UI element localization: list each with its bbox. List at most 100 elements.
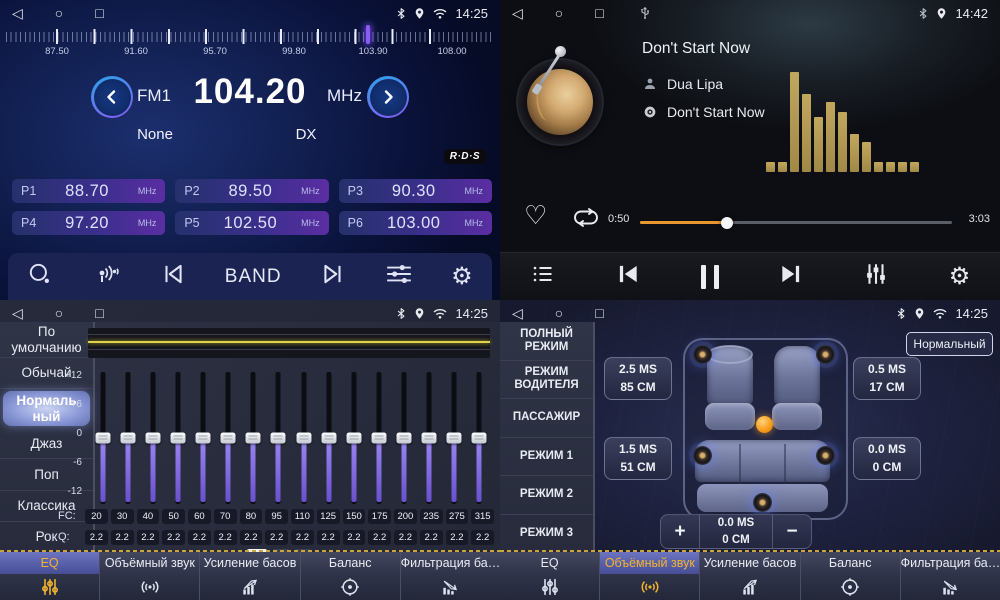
q-value-box[interactable]: 2.2	[291, 530, 314, 545]
fc-value-box[interactable]: 70	[214, 509, 237, 524]
previous-track-icon[interactable]	[615, 261, 641, 292]
playlist-icon[interactable]	[530, 262, 556, 291]
q-value-box[interactable]: 2.2	[446, 530, 469, 545]
eq-band-slider[interactable]	[392, 372, 417, 504]
preset-p3[interactable]: P390.30MHz	[339, 179, 492, 203]
fc-value-box[interactable]: 200	[394, 509, 417, 524]
eq-band-slider[interactable]	[216, 372, 241, 504]
q-value-box[interactable]: 2.2	[111, 530, 134, 545]
slider-handle[interactable]	[170, 433, 185, 444]
fc-value-box[interactable]: 60	[188, 509, 211, 524]
broadcast-icon[interactable]	[92, 262, 122, 291]
fc-value-box[interactable]: 110	[291, 509, 314, 524]
preset-p5[interactable]: P5102.50MHz	[175, 211, 328, 235]
mode-passenger[interactable]: ПАССАЖИР	[500, 399, 593, 438]
next-track-icon[interactable]	[778, 261, 804, 292]
home-icon[interactable]: ○	[555, 306, 563, 320]
eq-band-slider[interactable]	[140, 372, 165, 504]
tab-filter[interactable]: Фильтрация ба…	[900, 552, 1000, 600]
q-value-box[interactable]: 2.2	[317, 530, 340, 545]
mode-1[interactable]: РЕЖИМ 1	[500, 438, 593, 477]
fc-value-box[interactable]: 40	[137, 509, 160, 524]
mode-full[interactable]: ПОЛНЫЙ РЕЖИМ	[500, 322, 593, 361]
decrease-delay-button[interactable]: −	[773, 515, 811, 548]
fc-value-box[interactable]: 150	[343, 509, 366, 524]
progress-bar[interactable]	[640, 221, 952, 224]
eq-settings-icon[interactable]	[863, 261, 889, 292]
favorite-icon[interactable]: ♡	[524, 202, 547, 228]
q-value-box[interactable]: 2.2	[162, 530, 185, 545]
q-value-box[interactable]: 2.2	[368, 530, 391, 545]
eq-band-slider[interactable]	[90, 372, 115, 504]
tab-eq[interactable]: EQ	[0, 552, 99, 600]
q-value-box[interactable]: 2.2	[85, 530, 108, 545]
tab-surround[interactable]: Объёмный звук	[99, 552, 199, 600]
back-icon[interactable]: ◁	[512, 6, 523, 20]
recents-icon[interactable]: □	[595, 306, 603, 320]
settings-gear-icon[interactable]: ⚙	[949, 265, 971, 289]
band-button[interactable]: BAND	[225, 266, 282, 288]
mode-2[interactable]: РЕЖИМ 2	[500, 476, 593, 515]
back-icon[interactable]: ◁	[512, 306, 523, 320]
fc-value-box[interactable]: 275	[446, 509, 469, 524]
eq-band-slider[interactable]	[417, 372, 442, 504]
slider-handle[interactable]	[371, 433, 386, 444]
slider-handle[interactable]	[271, 433, 286, 444]
fc-value-box[interactable]: 95	[265, 509, 288, 524]
eq-band-slider[interactable]	[115, 372, 140, 504]
slider-handle[interactable]	[196, 433, 211, 444]
q-value-box[interactable]: 2.2	[471, 530, 494, 545]
listening-position-marker[interactable]	[756, 416, 773, 433]
fc-value-box[interactable]: 235	[420, 509, 443, 524]
frequency-scale[interactable]: 87.5091.6095.7099.80103.90108.00	[0, 28, 500, 60]
front-left-delay[interactable]: 2.5 MS 85 CM	[604, 357, 672, 400]
recents-icon[interactable]: □	[595, 6, 603, 20]
tab-balance[interactable]: Баланс	[300, 552, 400, 600]
pause-icon[interactable]	[701, 265, 719, 289]
mode-3[interactable]: РЕЖИМ 3	[500, 515, 593, 553]
eq-band-slider[interactable]	[316, 372, 341, 504]
repeat-icon[interactable]	[572, 208, 600, 232]
recents-icon[interactable]: □	[95, 6, 103, 20]
previous-station-icon[interactable]	[160, 261, 186, 292]
q-value-box[interactable]: 2.2	[240, 530, 263, 545]
increase-delay-button[interactable]: +	[661, 515, 699, 548]
home-icon[interactable]: ○	[555, 6, 563, 20]
fc-value-box[interactable]: 175	[368, 509, 391, 524]
eq-band-slider[interactable]	[442, 372, 467, 504]
q-value-box[interactable]: 2.2	[420, 530, 443, 545]
slider-handle[interactable]	[145, 433, 160, 444]
tab-bass-boost[interactable]: Усиление басов	[199, 552, 299, 600]
tab-eq[interactable]: EQ	[500, 552, 599, 600]
slider-handle[interactable]	[246, 433, 261, 444]
preset-p6[interactable]: P6103.00MHz	[339, 211, 492, 235]
slider-handle[interactable]	[95, 433, 110, 444]
eq-band-slider[interactable]	[266, 372, 291, 504]
fc-value-box[interactable]: 315	[471, 509, 494, 524]
slider-handle[interactable]	[221, 433, 236, 444]
sound-profile-badge[interactable]: Нормальный	[906, 332, 993, 356]
slider-handle[interactable]	[120, 433, 135, 444]
tab-surround[interactable]: Объёмный звук	[599, 552, 699, 600]
preset-p1[interactable]: P188.70MHz	[12, 179, 165, 203]
q-value-box[interactable]: 2.2	[137, 530, 160, 545]
back-icon[interactable]: ◁	[12, 6, 23, 20]
eq-band-slider[interactable]	[165, 372, 190, 504]
home-icon[interactable]: ○	[55, 306, 63, 320]
slider-handle[interactable]	[397, 433, 412, 444]
eq-band-slider[interactable]	[341, 372, 366, 504]
slider-handle[interactable]	[346, 433, 361, 444]
tab-bass-boost[interactable]: Усиление басов	[699, 552, 799, 600]
home-icon[interactable]: ○	[55, 6, 63, 20]
fc-value-box[interactable]: 80	[240, 509, 263, 524]
preset-p4[interactable]: P497.20MHz	[12, 211, 165, 235]
front-right-delay[interactable]: 0.5 MS 17 CM	[853, 357, 921, 400]
q-value-box[interactable]: 2.2	[214, 530, 237, 545]
q-value-box[interactable]: 2.2	[394, 530, 417, 545]
settings-gear-icon[interactable]: ⚙	[451, 265, 473, 289]
mode-driver[interactable]: РЕЖИМ ВОДИТЕЛЯ	[500, 361, 593, 400]
slider-handle[interactable]	[447, 433, 462, 444]
rear-left-delay[interactable]: 1.5 MS 51 CM	[604, 437, 672, 480]
q-value-box[interactable]: 2.2	[343, 530, 366, 545]
eq-band-slider[interactable]	[191, 372, 216, 504]
